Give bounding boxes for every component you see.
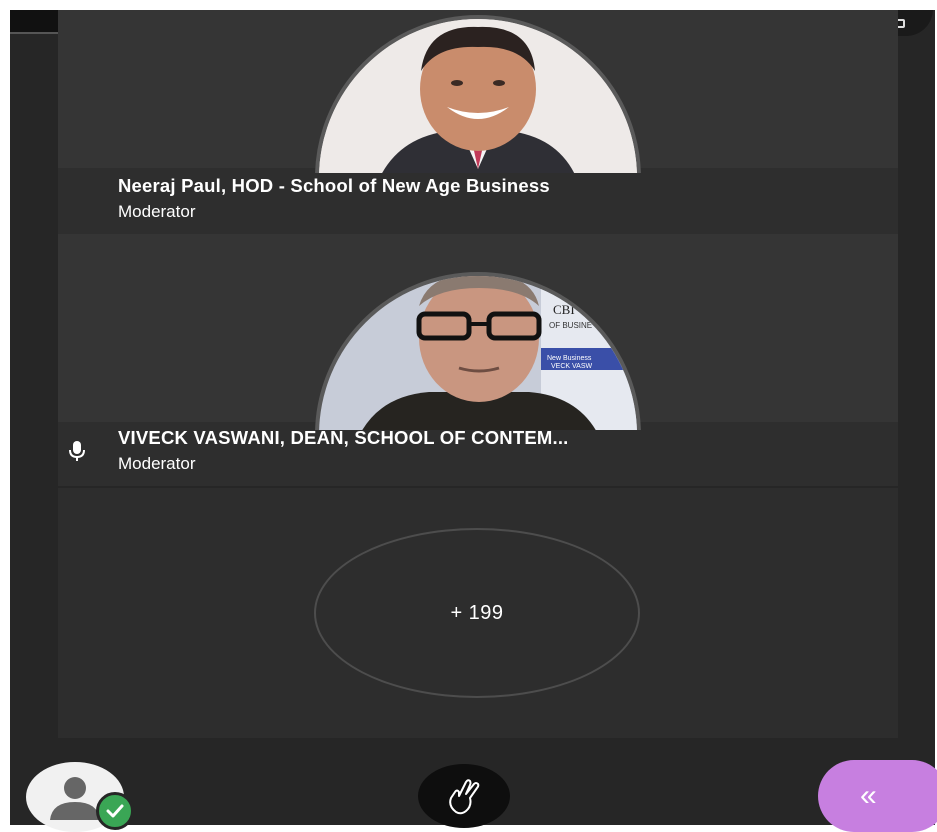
svg-text:VECK VASW: VECK VASW: [551, 363, 592, 370]
person-photo: [319, 19, 637, 173]
person-photo: CBI OF BUSINE New Business VECK VASW: [319, 276, 637, 430]
svg-text:CBI: CBI: [553, 302, 575, 317]
check-icon: [106, 804, 124, 818]
participant-name: Neeraj Paul, HOD - School of New Age Bus…: [118, 175, 550, 196]
raise-hand-button[interactable]: [418, 764, 510, 828]
meeting-window: Neeraj Paul, HOD - School of New Age Bus…: [10, 10, 935, 825]
user-icon: [50, 777, 100, 820]
more-participants-count: + 199: [314, 528, 640, 698]
participant-role: Moderator: [118, 454, 196, 473]
raise-hand-icon: [449, 779, 480, 815]
more-participants-tile[interactable]: + 199: [58, 488, 898, 738]
svg-text:New Business: New Business: [547, 355, 592, 362]
participant-name: VIVECK VASWANI, DEAN, SCHOOL OF CONTEM..…: [118, 427, 569, 448]
microphone-icon[interactable]: [67, 440, 87, 462]
participant-avatar: CBI OF BUSINE New Business VECK VASW: [315, 272, 641, 430]
participant-tile[interactable]: Neeraj Paul, HOD - School of New Age Bus…: [58, 10, 898, 234]
collapse-icon: «: [860, 779, 877, 812]
status-ok-badge: [96, 792, 134, 830]
participant-tile[interactable]: CBI OF BUSINE New Business VECK VASW VIV…: [58, 234, 898, 486]
svg-text:OF BUSINE: OF BUSINE: [549, 321, 592, 330]
collapse-panel-button[interactable]: «: [818, 760, 937, 832]
participant-avatar: [315, 15, 641, 173]
participant-role: Moderator: [118, 202, 196, 221]
